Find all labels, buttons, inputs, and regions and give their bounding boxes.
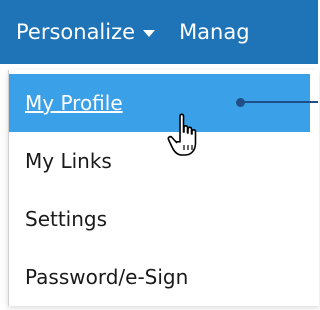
hand-pointer-icon [167,113,197,156]
menu-item-label: Settings [25,207,108,231]
menu-item-my-links[interactable]: My Links [9,132,310,190]
callout-dot [236,98,245,107]
top-navbar: Personalize Manag [0,0,318,64]
nav-manage-label: Manag [179,20,250,44]
nav-personalize-label: Personalize [16,20,136,44]
callout-line [240,101,318,103]
caret-down-icon [143,29,156,37]
nav-personalize-menu[interactable]: Personalize [0,0,179,64]
nav-manage-menu[interactable]: Manag [179,0,250,64]
personalize-dropdown-menu: My Profile My Links Settings Password/e-… [8,70,319,306]
menu-item-password-esign[interactable]: Password/e-Sign [9,248,310,306]
menu-item-my-profile[interactable]: My Profile [9,74,310,132]
menu-item-settings[interactable]: Settings [9,190,310,248]
menu-item-label: Password/e-Sign [25,265,189,289]
menu-item-label: My Links [25,149,112,173]
menu-item-label: My Profile [25,91,123,115]
